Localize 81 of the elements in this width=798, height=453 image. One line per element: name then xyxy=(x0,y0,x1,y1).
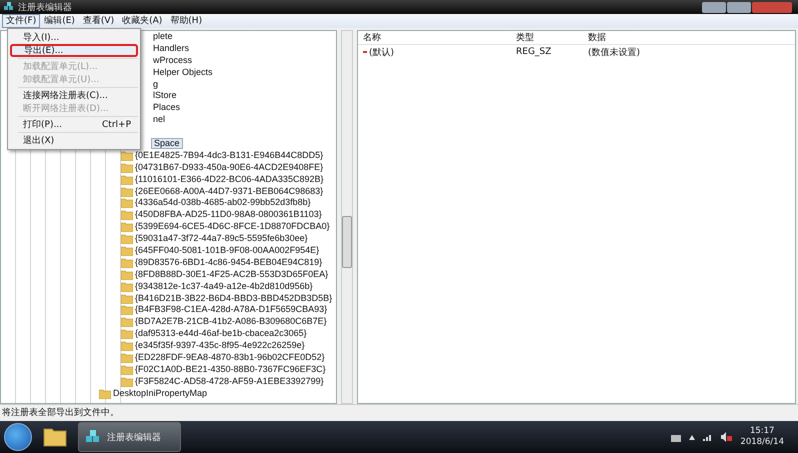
menu-item[interactable]: 打印(P)... Ctrl+P xyxy=(10,118,138,131)
registry-cubes-icon xyxy=(85,429,101,445)
folder-icon xyxy=(99,388,111,399)
tree-item[interactable]: Places xyxy=(153,102,180,114)
folder-icon xyxy=(121,364,133,375)
tree-item[interactable]: {26EE0668-A00A-44D7-9371-BEB064C98683} xyxy=(135,186,324,198)
scroll-thumb[interactable] xyxy=(342,216,352,268)
tree-item[interactable]: {89D83576-6BD1-4c86-9454-BEB04E94C819} xyxy=(135,256,322,269)
folder-icon xyxy=(121,294,133,304)
tree-item[interactable]: {0E1E4825-7B94-4dc3-B131-E946B44C8DD5} xyxy=(135,150,324,162)
tree-item[interactable]: {450D8FBA-AD25-11D0-98A8-0800361B1103} xyxy=(135,209,322,222)
tree-item[interactable]: Helper Objects xyxy=(153,66,213,79)
folder-icon xyxy=(121,282,133,292)
tree-item[interactable]: {e345f35f-9397-435c-8f95-4e922c26259e} xyxy=(135,340,305,352)
tree-item[interactable]: {BD7A2E7B-21CB-41b2-A086-B309680C6B7E} xyxy=(135,316,327,328)
folder-icon xyxy=(121,258,133,268)
menu-item[interactable]: 收藏夹(A) xyxy=(118,14,166,28)
tree-item[interactable]: plete xyxy=(153,31,173,43)
folder-icon xyxy=(121,329,133,340)
folder-icon xyxy=(121,352,133,363)
tree-item[interactable]: {4336a54d-038b-4685-ab02-99bb52d3fb8b} xyxy=(135,197,311,210)
folder-icon xyxy=(121,234,133,244)
tree-item[interactable]: nel xyxy=(153,114,166,126)
menu-item[interactable]: 退出(X) xyxy=(10,134,138,147)
tree-item[interactable]: {04731B67-D933-450a-90E6-4ACD2E9408FE} xyxy=(135,162,324,174)
tree-item[interactable]: {8FD8B88D-30E1-4F25-AC2B-553D3D65F0EA} xyxy=(135,268,328,281)
column-header[interactable]: 名称 xyxy=(363,31,516,44)
folder-icon xyxy=(121,198,133,208)
tree-item[interactable]: {9343812e-1c37-4a49-a12e-4b2d810d956b} xyxy=(135,280,313,293)
tree-item[interactable]: {daf95313-e44d-46af-be1b-cbacea2c3065} xyxy=(135,328,307,340)
folder-icon xyxy=(121,174,133,185)
folder-icon xyxy=(121,376,133,387)
menu-item[interactable]: 导入(I)... xyxy=(10,31,138,44)
tree-item[interactable]: {645FF040-5081-101B-9F08-00AA002F954E} xyxy=(135,245,320,257)
menu-item[interactable]: 编辑(E) xyxy=(40,14,79,28)
clock[interactable]: 15:17 2018/6/14 xyxy=(740,426,784,448)
folder-icon xyxy=(121,162,133,173)
tree-item[interactable]: DesktopIniPropertyMap xyxy=(113,388,208,400)
menu-item[interactable]: 导出(E)... xyxy=(10,44,138,57)
menu-item[interactable]: 连接网络注册表(C)... xyxy=(10,89,138,102)
tree-item[interactable]: lStore xyxy=(153,90,177,102)
value-type: REG_SZ xyxy=(516,47,552,57)
tree-item[interactable]: {11016101-E366-4D22-BC06-4ADA335C892B} xyxy=(135,174,324,186)
minimize-button[interactable] xyxy=(702,2,726,12)
value-data: (数值未设置) xyxy=(588,46,642,58)
column-header[interactable]: 数据 xyxy=(588,31,795,44)
taskbar-app-button[interactable]: 注册表编辑器 xyxy=(78,422,181,452)
start-button[interactable] xyxy=(4,423,32,451)
folder-icon xyxy=(121,222,133,232)
folder-icon xyxy=(121,270,133,280)
scrollbar[interactable] xyxy=(341,30,353,404)
menu-item[interactable]: 查看(V) xyxy=(78,14,118,28)
tree-item[interactable]: wProcess xyxy=(153,54,192,67)
value-name[interactable]: (默认) xyxy=(369,46,394,58)
folder-icon xyxy=(121,317,133,328)
tree-item[interactable]: {59031a47-3f72-44a7-89c5-5595fe6b30ee} xyxy=(135,233,308,246)
muted-speaker-icon[interactable] xyxy=(721,432,732,442)
close-button[interactable] xyxy=(752,2,792,12)
tree-item[interactable]: {ED228FDF-9EA8-4870-83b1-96b02CFE0D52} xyxy=(135,352,325,364)
up-arrow-icon[interactable] xyxy=(689,434,696,440)
folder-icon xyxy=(121,305,133,316)
tree-item[interactable]: {F3F5824C-AD58-4728-AF59-A1EBE3392799} xyxy=(135,376,324,388)
menu-item[interactable]: 文件(F) xyxy=(2,14,40,28)
folder-icon xyxy=(121,246,133,256)
menu-item[interactable]: 帮助(H) xyxy=(166,14,206,28)
maximize-button[interactable] xyxy=(727,2,751,12)
folder-icon xyxy=(121,186,133,197)
tree-item[interactable]: {B4FB3F98-C1EA-428d-A78A-D1F5659CBA93} xyxy=(135,304,328,316)
tree-item[interactable]: g xyxy=(153,78,158,90)
column-header[interactable]: 类型 xyxy=(516,31,588,44)
tree-item[interactable]: Handlers xyxy=(153,42,190,55)
tree-item[interactable]: {F02C1A0D-BE21-4350-88B0-7367FC96EF3C} xyxy=(135,364,326,376)
folder-icon xyxy=(121,341,133,352)
tree-item[interactable]: {B416D21B-3B22-B6D4-BBD3-BBD452DB3D5B} xyxy=(135,292,332,304)
tree-item[interactable]: {5399E694-6CE5-4D6C-8FCE-1D8870FDCBA0} xyxy=(135,221,330,234)
network-icon[interactable] xyxy=(671,432,682,442)
signal-icon[interactable] xyxy=(703,433,714,441)
registry-cubes-icon xyxy=(4,2,14,12)
folder-icon xyxy=(121,210,133,220)
window-title: 注册表编辑器 xyxy=(18,2,72,14)
tree-item[interactable]: Space xyxy=(151,138,183,150)
